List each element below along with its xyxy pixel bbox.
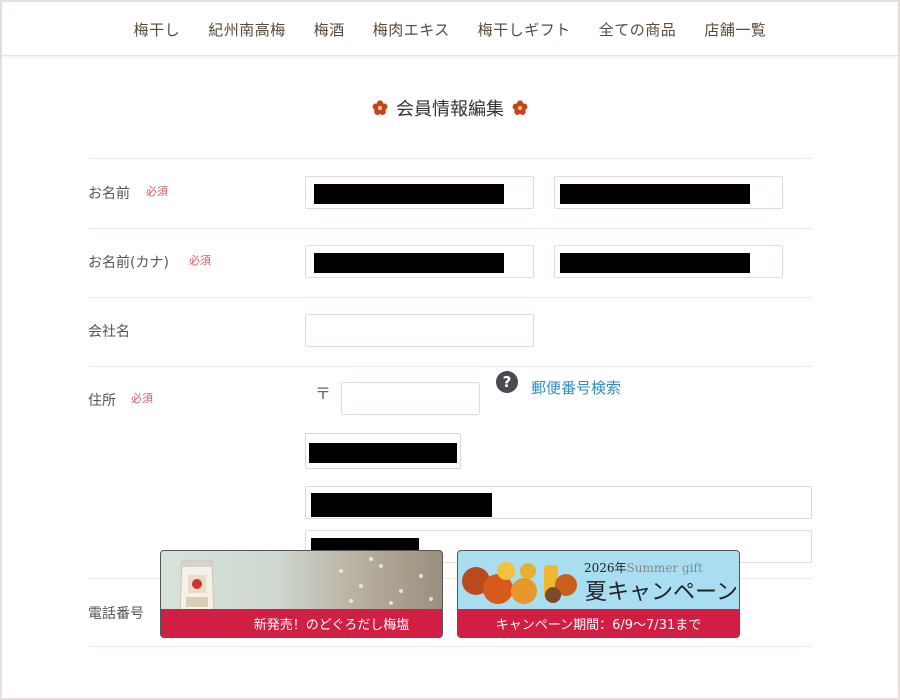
page-title-text: 会員情報編集: [396, 99, 504, 120]
postal-code-input[interactable]: [341, 382, 480, 415]
last-name-input[interactable]: [305, 176, 534, 209]
postal-mark: 〒: [315, 384, 332, 403]
required-badge: 必須: [146, 185, 168, 198]
campaign-headline: 夏キャンペーン: [585, 580, 738, 605]
gift-products-image: [462, 562, 577, 604]
form-row-company: 会社名: [88, 297, 812, 366]
postal-code-search-link[interactable]: 郵便番号検索: [531, 377, 621, 398]
top-nav: 梅干し 紀州南高梅 梅酒 梅肉エキス 梅干しギフト 全ての商品 店舗一覧: [2, 2, 898, 56]
nav-item-all-products[interactable]: 全ての商品: [599, 19, 677, 40]
redacted-value: [560, 253, 750, 273]
nav-item-umeboshi[interactable]: 梅干し: [134, 19, 181, 40]
plum-flower-icon: [372, 100, 388, 115]
required-badge: 必須: [189, 254, 211, 267]
kana-label: お名前(カナ): [88, 255, 169, 271]
address-label: 住所: [88, 393, 116, 409]
form-row-address: 住所 必須 〒 ? 郵便番号検索: [88, 366, 812, 578]
company-input[interactable]: [305, 314, 534, 347]
first-name-input[interactable]: [554, 176, 783, 209]
plum-flower-icon: [512, 100, 528, 115]
help-icon[interactable]: ?: [496, 371, 518, 393]
form-row-kana: お名前(カナ) 必須: [88, 228, 812, 297]
promo-banner-ume-salt[interactable]: 新発売！のどぐろだし梅塩: [160, 550, 443, 638]
form-row-name: お名前 必須: [88, 158, 812, 228]
banner-caption-bar: 新発売！のどぐろだし梅塩: [161, 609, 442, 637]
redacted-value: [309, 443, 457, 463]
banner-caption: 新発売！のどぐろだし梅塩: [253, 617, 410, 633]
redacted-value: [314, 253, 504, 273]
last-name-kana-input[interactable]: [305, 245, 534, 278]
redacted-value: [560, 184, 750, 204]
name-label: お名前: [88, 186, 130, 202]
first-name-kana-input[interactable]: [554, 245, 783, 278]
banner-caption: キャンペーン期間：6/9〜7/31まで: [495, 617, 702, 633]
page-title: 会員情報編集: [0, 95, 900, 121]
prefecture-select[interactable]: [305, 433, 461, 469]
banner-caption-bar: キャンペーン期間：6/9〜7/31まで: [458, 609, 739, 637]
company-label: 会社名: [88, 324, 130, 340]
nav-item-ume-extract[interactable]: 梅肉エキス: [373, 19, 450, 40]
city-input[interactable]: [305, 486, 812, 519]
nav-item-umeboshi-gift[interactable]: 梅干しギフト: [478, 19, 571, 40]
campaign-subtitle: Summer gift: [626, 561, 703, 575]
nav-item-store-list[interactable]: 店舗一覧: [704, 19, 766, 40]
required-badge: 必須: [131, 392, 153, 405]
redacted-value: [311, 493, 492, 517]
redacted-value: [314, 184, 504, 204]
phone-label: 電話番号: [88, 606, 144, 622]
promo-banner-summer-campaign[interactable]: 2026年Summer gift 夏キャンペーン キャンペーン期間：6/9〜7/…: [457, 550, 740, 638]
campaign-year-text: 2026年: [584, 561, 627, 575]
salt-texture-image: [339, 557, 433, 605]
nav-item-umeshu[interactable]: 梅酒: [314, 19, 345, 40]
nav-item-kishu-nanko-ume[interactable]: 紀州南高梅: [208, 19, 286, 40]
